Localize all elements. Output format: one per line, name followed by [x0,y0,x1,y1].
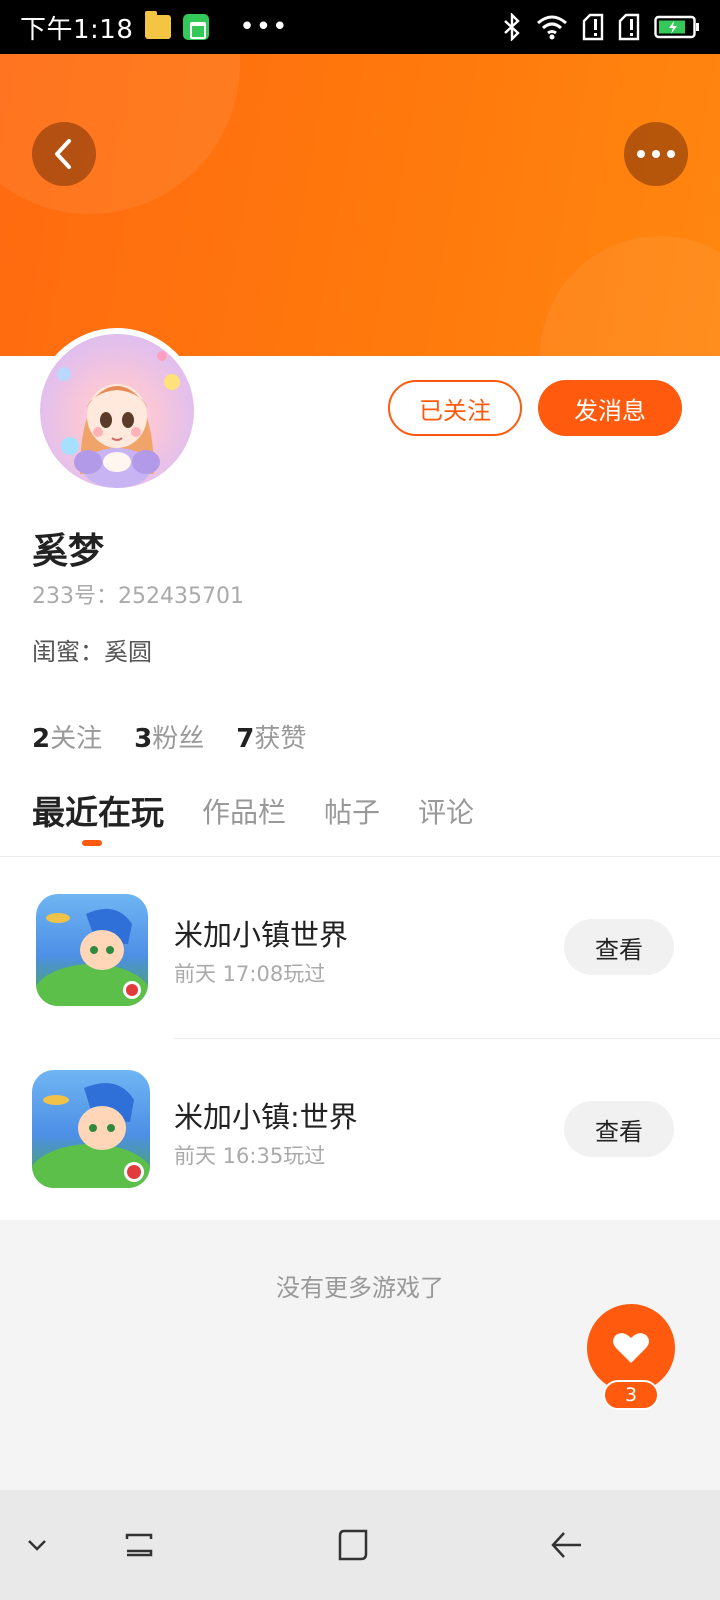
more-horizontal-icon [637,150,675,158]
stat-number: 3 [134,724,153,754]
wifi-icon [537,15,567,40]
chevron-left-icon [55,139,71,169]
tab-label: 作品栏 [202,796,287,829]
tab-label: 评论 [418,796,475,829]
bluetooth-icon [504,13,520,41]
sim2-icon [618,13,640,41]
avatar[interactable] [34,328,200,494]
stat-label: 获赞 [254,724,307,754]
message-button[interactable]: 发消息 [538,380,682,436]
stat-followers[interactable]: 3粉丝 [134,718,204,755]
heart-icon [613,1333,649,1363]
no-more-games-text: 没有更多游戏了 [276,1274,444,1302]
follow-button[interactable]: 已关注 [388,380,522,436]
nav-hide-button[interactable] [2,1510,72,1580]
divider [0,856,720,857]
sim1-icon [582,13,604,41]
stat-number: 2 [32,724,51,754]
tab-label: 最近在玩 [32,793,164,832]
stat-likes[interactable]: 7获赞 [236,718,306,755]
game-title: 米加小镇世界 [174,918,349,952]
avatar-illustration [57,351,180,488]
chevron-down-icon [28,1540,46,1551]
game-played-time: 前天 17:08玩过 [174,962,326,986]
game-icon [32,1070,150,1188]
tab-label: 帖子 [324,796,381,829]
folder-icon [145,11,172,39]
bestie-label: 闺蜜：奚圆 [32,638,152,666]
nav-home-button[interactable] [318,1510,388,1580]
system-nav-bar [0,1490,720,1600]
game-icon [36,894,148,1006]
list-item[interactable]: 米加小镇:世界 前天 16:35玩过 查看 [0,1058,720,1198]
recent-apps-icon [125,1533,153,1557]
nav-back-button[interactable] [532,1510,602,1580]
view-button[interactable]: 查看 [564,919,674,975]
stat-number: 7 [236,724,255,754]
profile-tabs: 最近在玩 作品栏 帖子 评论 [32,790,474,846]
user-name: 奚梦 [32,531,105,572]
stats-row: 2关注 3粉丝 7获赞 [32,718,306,755]
tab-works[interactable]: 作品栏 [202,790,286,836]
status-time: 下午1:18 [20,14,134,45]
game-played-time: 前天 16:35玩过 [174,1144,326,1168]
more-dots-icon: ••• [239,12,289,42]
tab-active-indicator [82,840,102,846]
divider [174,1038,720,1039]
stat-label: 关注 [50,724,103,754]
back-button[interactable] [32,122,96,186]
tab-posts[interactable]: 帖子 [324,790,380,836]
list-item[interactable]: 米加小镇世界 前天 17:08玩过 查看 [0,876,720,1016]
back-icon [551,1532,581,1558]
nav-recent-button[interactable] [104,1510,174,1580]
like-count-badge: 3 [603,1380,659,1410]
user-id: 233号：252435701 [32,584,244,609]
home-icon [338,1529,368,1561]
game-title: 米加小镇:世界 [174,1100,358,1134]
view-button[interactable]: 查看 [564,1101,674,1157]
android-icon [183,14,210,40]
stat-following[interactable]: 2关注 [32,718,102,755]
like-fab-button[interactable] [587,1304,675,1392]
stat-label: 粉丝 [152,724,205,754]
status-bar: 下午1:18 ••• [0,0,720,54]
battery-icon [654,15,699,39]
profile-banner [0,54,720,356]
tab-recently-played[interactable]: 最近在玩 [32,790,164,846]
tab-comments[interactable]: 评论 [418,790,474,836]
more-options-button[interactable] [624,122,688,186]
